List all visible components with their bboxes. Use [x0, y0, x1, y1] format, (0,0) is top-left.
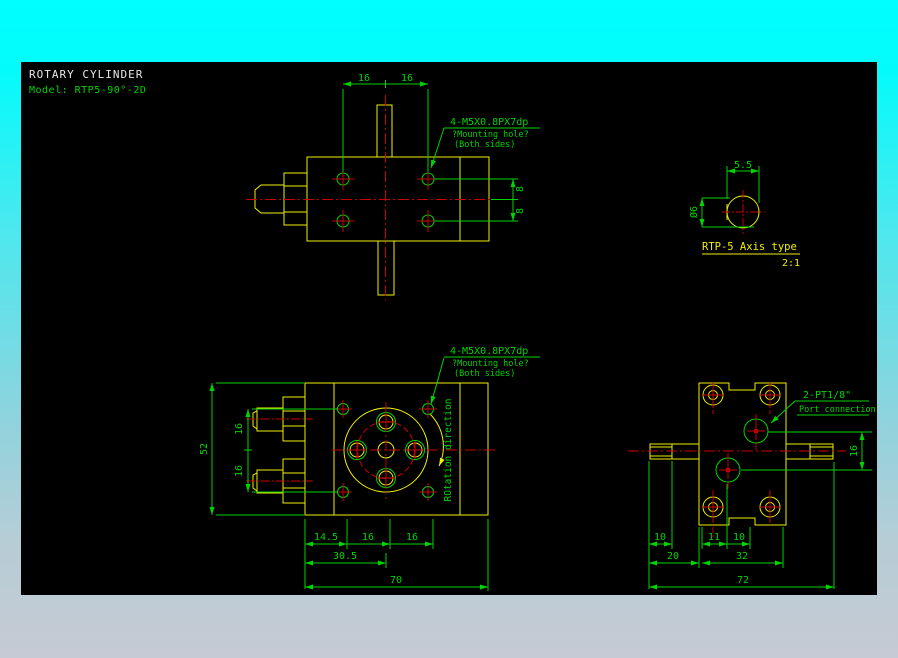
- side-dim-10-a: 10: [654, 532, 666, 543]
- side-dim-10-b: 10: [733, 532, 745, 543]
- axis-detail-view: 5.5 Ø6 RTP-5 Axis type 2:1: [688, 160, 800, 269]
- axis-view-scale: 2:1: [782, 258, 800, 269]
- top-dim-16-right: 16: [401, 73, 413, 84]
- top-dim-8-upper: 8: [515, 186, 526, 192]
- side-view: 16 10 11 10 20 32 72 2-PT1/8" Port conne…: [628, 382, 876, 590]
- front-dim-height: 52: [199, 443, 210, 455]
- top-dim-8-lower: 8: [515, 208, 526, 214]
- model-label: Model: RTP5-90°-2D: [29, 85, 146, 96]
- front-dim-70: 70: [390, 575, 402, 586]
- side-note-line2: Port connection: [799, 405, 876, 415]
- axis-dim-width: 5.5: [734, 160, 752, 171]
- side-dim-72: 72: [737, 575, 749, 586]
- front-dim-16-b: 16: [406, 532, 418, 543]
- front-view-dimensions: [209, 356, 540, 591]
- top-note-line1: 4-M5X0.8PX7dp: [450, 117, 528, 128]
- top-dim-16-left: 16: [358, 73, 370, 84]
- front-dim-16-lower: 16: [234, 465, 245, 477]
- side-view-annotation: 2-PT1/8" Port connection: [799, 390, 876, 415]
- title-block: ROTARY CYLINDER Model: RTP5-90°-2D: [29, 68, 146, 96]
- side-dim-32: 32: [736, 551, 748, 562]
- cad-drawing: ROTARY CYLINDER Model: RTP5-90°-2D 16 16…: [29, 68, 876, 591]
- front-dim-16-a: 16: [362, 532, 374, 543]
- top-view-annotation: 4-M5X0.8PX7dp ?Mounting hole? (Both side…: [450, 117, 529, 150]
- top-note-line3: (Both sides): [454, 140, 515, 150]
- side-dim-20: 20: [667, 551, 679, 562]
- cad-canvas: ROTARY CYLINDER Model: RTP5-90°-2D 16 16…: [21, 62, 877, 595]
- front-note-line1: 4-M5X0.8PX7dp: [450, 346, 528, 357]
- front-note-line2: ?Mounting hole?: [452, 359, 529, 369]
- side-note-line1: 2-PT1/8": [803, 390, 851, 401]
- top-note-line2: ?Mounting hole?: [452, 130, 529, 140]
- front-dim-14-5: 14.5: [314, 532, 338, 543]
- side-dim-16: 16: [849, 445, 860, 457]
- side-dim-11: 11: [708, 532, 720, 543]
- front-dim-16-upper: 16: [234, 423, 245, 435]
- drawing-title: ROTARY CYLINDER: [29, 68, 143, 81]
- side-view-dimensions: [648, 400, 872, 590]
- axis-dim-diameter: Ø6: [688, 206, 700, 218]
- front-view-annotation: 4-M5X0.8PX7dp ?Mounting hole? (Both side…: [450, 346, 529, 379]
- front-note-line3: (Both sides): [454, 369, 515, 379]
- front-view: 52 16 16 ROtation direction 14.5 16 16 3…: [199, 346, 540, 591]
- axis-view-label: RTP-5 Axis type: [702, 241, 797, 253]
- axis-dimensions: [699, 166, 760, 228]
- rotation-direction-label: ROtation direction: [443, 399, 454, 502]
- front-dim-30-5: 30.5: [333, 551, 357, 562]
- top-view: 16 16 8 8 4-M5X0.8PX7dp ?Mounting hole? …: [246, 73, 540, 300]
